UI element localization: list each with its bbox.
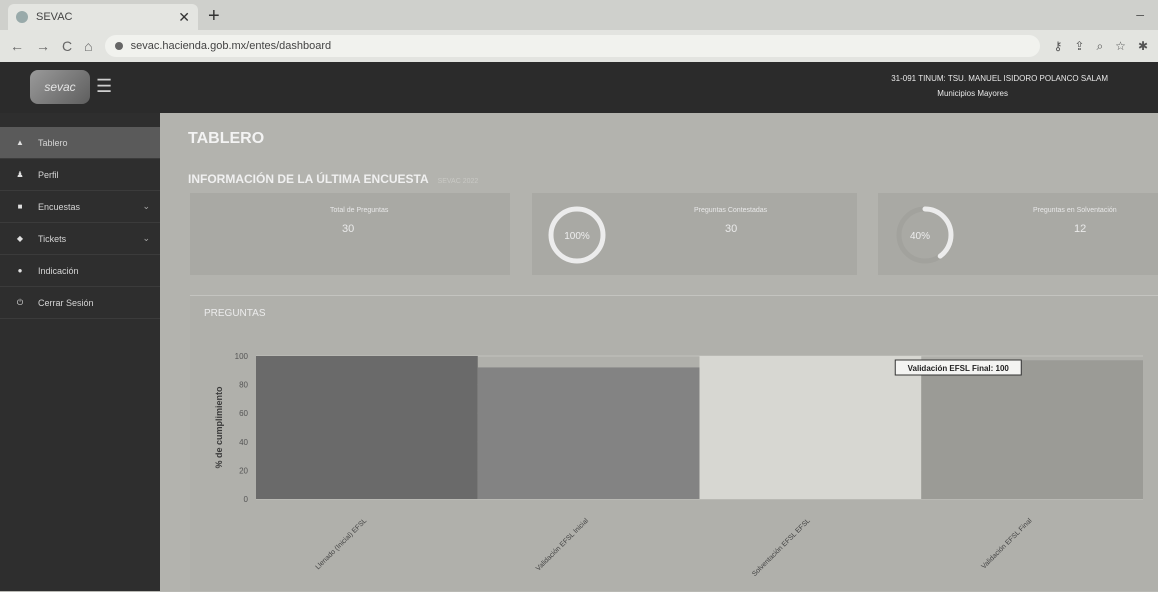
sidebar-item-tablero[interactable]: ▲ Tablero	[0, 127, 160, 159]
stat-card-solventacion: 40% Preguntas en Solventación 12	[878, 193, 1158, 275]
y-tick-label: 20	[239, 466, 248, 475]
sidebar-item-label: Perfil	[38, 169, 59, 180]
progress-ring: 100%	[548, 206, 606, 264]
browser-tab[interactable]: SEVAC ✕	[8, 4, 198, 30]
tab-title: SEVAC	[36, 11, 73, 23]
sidebar-item-label: Tickets	[38, 233, 67, 244]
card-label: Total de Preguntas	[330, 207, 389, 214]
back-button[interactable]: ←	[10, 38, 24, 54]
zoom-icon[interactable]: ⌕	[1096, 39, 1103, 54]
key-icon[interactable]: ⚷	[1054, 39, 1063, 54]
y-tick-label: 100	[235, 352, 249, 361]
user-name: 31-091 TINUM: TSU. MANUEL ISIDORO POLANC…	[891, 74, 1108, 83]
page-title: TABLERO	[188, 130, 265, 147]
sidebar-item-cerrar-sesion[interactable]: ⏻ Cerrar Sesión	[0, 287, 160, 319]
sidebar-item-indicacion[interactable]: ● Indicación	[0, 255, 160, 287]
y-tick-label: 0	[244, 495, 249, 504]
chevron-down-icon: ⌄	[142, 233, 150, 243]
user-icon: ♟	[16, 170, 24, 179]
stat-card-contestadas: 100% Preguntas Contestadas 30	[532, 193, 857, 275]
card-value: 30	[342, 223, 355, 235]
sidebar-item-tickets[interactable]: ◆ Tickets ⌄	[0, 223, 160, 255]
progress-ring-label: 40%	[910, 231, 930, 242]
section-title: INFORMACIÓN DE LA ÚLTIMA ENCUESTA SEVAC …	[188, 172, 478, 186]
card-label: Preguntas Contestadas	[694, 207, 768, 214]
extensions-icon[interactable]: ✱	[1138, 39, 1148, 54]
minimize-button[interactable]: –	[1136, 6, 1144, 22]
favicon-icon	[16, 11, 28, 23]
x-tick-label: Validación EFSL Final	[980, 517, 1033, 570]
card-value: 30	[725, 223, 738, 235]
sidebar-item-label: Indicación	[38, 265, 79, 276]
sidebar-item-label: Tablero	[38, 137, 68, 148]
compliance-bar-chart: 0 20 40 60 80 100 % de cumplimiento Llenado (In…	[214, 352, 1143, 578]
y-tick-label: 60	[239, 409, 248, 418]
bar	[699, 356, 922, 499]
bar	[256, 356, 478, 499]
x-tick-label: Llenado (Inicial) EFSL	[315, 517, 369, 571]
home-icon: ▲	[16, 138, 24, 147]
main-content: TABLERO INFORMACIÓN DE LA ÚLTIMA ENCUEST…	[160, 113, 1158, 591]
bookmark-star-icon[interactable]: ☆	[1115, 39, 1126, 54]
stat-card-total: Total de Preguntas 30	[190, 193, 510, 275]
file-icon: ■	[17, 202, 23, 211]
x-tick-label: Solventación EFSL EFSL	[751, 517, 812, 578]
sidebar-item-label: Encuestas	[38, 201, 81, 212]
sidebar: ▲ Tablero ♟ Perfil ■ Encuestas ⌄ ◆ Ticke…	[0, 113, 160, 591]
forward-button[interactable]: →	[36, 38, 50, 54]
card-value: 12	[1074, 223, 1087, 235]
sevac-logo[interactable]: sevac	[30, 70, 90, 104]
reload-button[interactable]: C	[62, 38, 72, 54]
url-text: sevac.hacienda.gob.mx/entes/dashboard	[130, 40, 332, 52]
preguntas-panel: PREGUNTAS 0 20 40 60 80 100% de cumplimiento L…	[190, 295, 1158, 591]
sidebar-item-encuestas[interactable]: ■ Encuestas ⌄	[0, 191, 160, 223]
y-tick-label: 40	[239, 438, 248, 447]
url-input[interactable]: sevac.hacienda.gob.mx/entes/dashboard	[104, 35, 1040, 57]
browser-toolbar: ⚷ ⇪ ⌕ ☆ ✱	[1054, 39, 1148, 54]
sidebar-item-label: Cerrar Sesión	[38, 297, 94, 308]
section-badge: SEVAC 2022	[437, 178, 479, 185]
lock-icon	[114, 42, 123, 50]
menu-toggle-icon[interactable]: ☰	[96, 76, 112, 97]
ticket-icon: ◆	[16, 234, 24, 243]
chart-tooltip-text: Validación EFSL Final: 100	[908, 364, 1010, 373]
sidebar-item-perfil[interactable]: ♟ Perfil	[0, 159, 160, 191]
browser-tab-strip: SEVAC ✕ + –	[0, 0, 1158, 30]
dot-icon: ●	[17, 266, 23, 275]
card-label: Preguntas en Solventación	[1033, 207, 1117, 214]
progress-ring: 40%	[896, 206, 954, 264]
bar	[477, 367, 700, 499]
x-tick-label: Validación EFSL Inicial	[535, 517, 590, 572]
y-tick-label: 80	[239, 381, 248, 390]
user-group: Municipios Mayores	[937, 89, 1008, 98]
share-icon[interactable]: ⇪	[1074, 39, 1084, 54]
chevron-down-icon: ⌄	[142, 201, 150, 211]
user-info: 31-091 TINUM: TSU. MANUEL ISIDORO POLANC…	[891, 71, 1108, 101]
new-tab-button[interactable]: +	[208, 5, 220, 28]
tab-close-icon[interactable]: ✕	[178, 9, 190, 26]
app-header: sevac ☰ 31-091 TINUM: TSU. MANUEL ISIDOR…	[0, 62, 1158, 113]
bar	[921, 360, 1143, 499]
home-button[interactable]: ⌂	[84, 38, 92, 54]
browser-address-bar: ← → C ⌂ sevac.hacienda.gob.mx/entes/dash…	[0, 30, 1158, 62]
section-title-text: INFORMACIÓN DE LA ÚLTIMA ENCUESTA	[188, 172, 429, 186]
power-icon: ⏻	[16, 297, 24, 307]
y-axis-label: % de cumplimiento	[214, 386, 224, 469]
progress-ring-label: 100%	[564, 231, 590, 242]
